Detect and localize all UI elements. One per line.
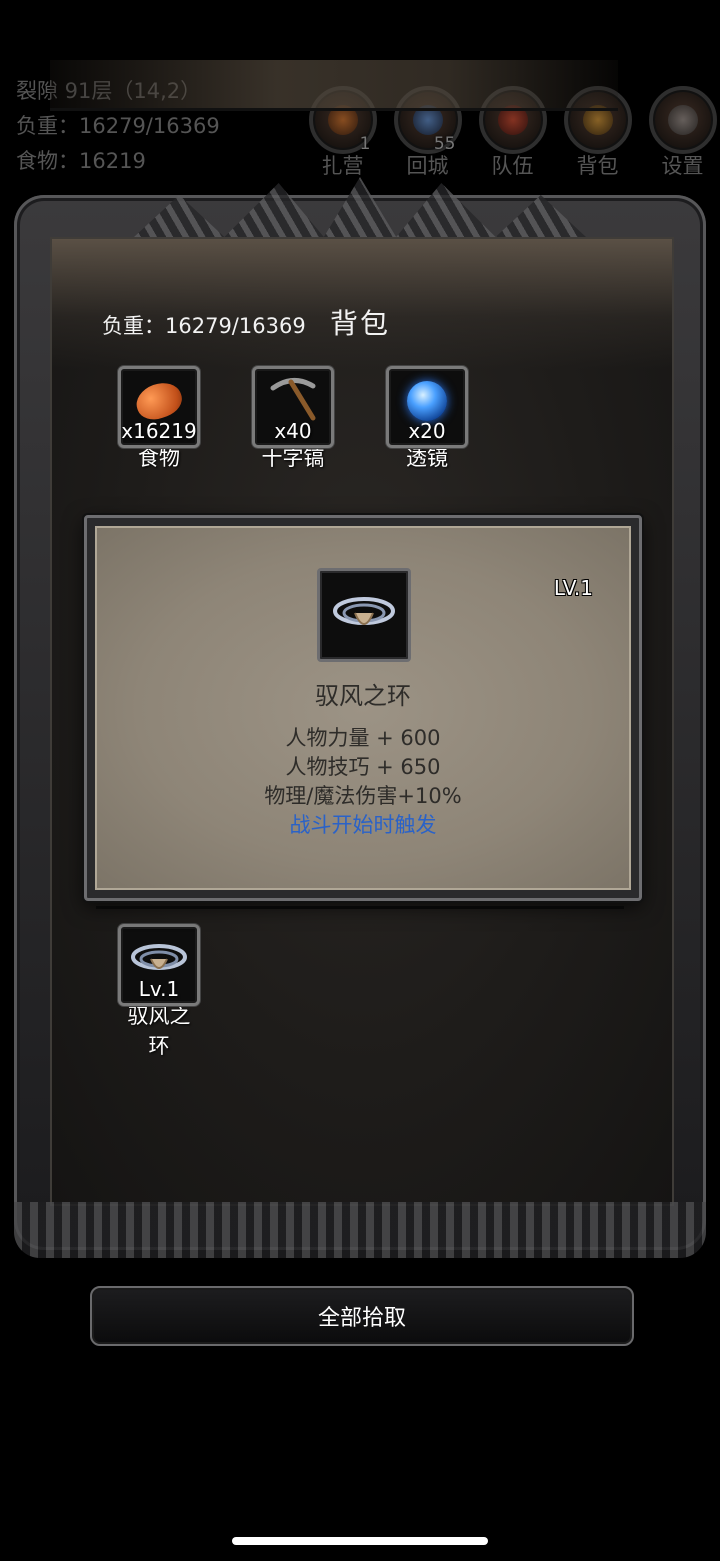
detail-stats: 人物力量 + 600 人物技巧 + 650 物理/魔法伤害+10% 战斗开始时触… [97,724,629,840]
item-slot: x16219 [118,366,200,448]
frame-ornament-top [134,177,586,237]
item-count: x16219 [121,419,197,443]
wind-ring-icon [333,597,395,625]
detail-icon-slot [317,568,411,662]
gear-icon [648,86,717,154]
item-slot: x40 [252,366,334,448]
pickup-all-button[interactable]: 全部拾取 [90,1286,634,1346]
home-indicator[interactable] [232,1537,488,1545]
frame-ornament-bottom [14,1202,706,1258]
item-name: 驭风之环 [127,1004,191,1058]
backpack-label: 背包 [576,154,619,178]
item-food[interactable]: x16219 食物 [118,366,200,472]
item-count: x40 [274,419,312,443]
hud-weight-text: 负重：16279/16369 [16,114,220,138]
settings-label: 设置 [661,154,704,178]
item-pickaxe[interactable]: x40 十字镐 [252,366,334,472]
equipment-divider [96,906,624,909]
backpack-title: 背包 [330,307,391,340]
item-count: x20 [408,419,446,443]
settings-button[interactable]: 设置 [640,86,720,180]
item-slot: x20 [386,366,468,448]
return-town-badge: 55 [433,134,456,154]
item-detail-body: LV.1 驭风之环 人物力量 + 600 人物技巧 + 650 物理/魔法伤害+… [95,526,631,890]
detail-level: LV.1 [553,576,593,600]
camp-badge: 1 [359,134,371,154]
team-label: 队伍 [491,154,534,178]
trigger-text: 战斗开始时触发 [289,813,437,837]
lens-icon [407,381,447,421]
item-lens[interactable]: x20 透镜 [386,366,468,472]
item-slot: Lv.1 [118,924,200,1006]
detail-item-name: 驭风之环 [315,682,411,710]
stat-line: 人物力量 + 600 [285,726,441,750]
item-wind-ring[interactable]: Lv.1 驭风之环 [118,924,200,1060]
backpack-weight: 负重：16279/16369 [102,314,306,338]
item-level: Lv.1 [138,977,180,1001]
backpack-header [50,60,618,111]
return-town-label: 回城 [406,154,449,178]
item-detail-popup[interactable]: LV.1 驭风之环 人物力量 + 600 人物技巧 + 650 物理/魔法伤害+… [84,515,642,901]
camp-label: 扎营 [321,154,364,178]
stat-line: 物理/魔法伤害+10% [264,784,462,808]
hud-food-text: 食物：16219 [16,149,146,173]
food-icon [131,377,187,425]
stat-line: 人物技巧 + 650 [285,755,441,779]
